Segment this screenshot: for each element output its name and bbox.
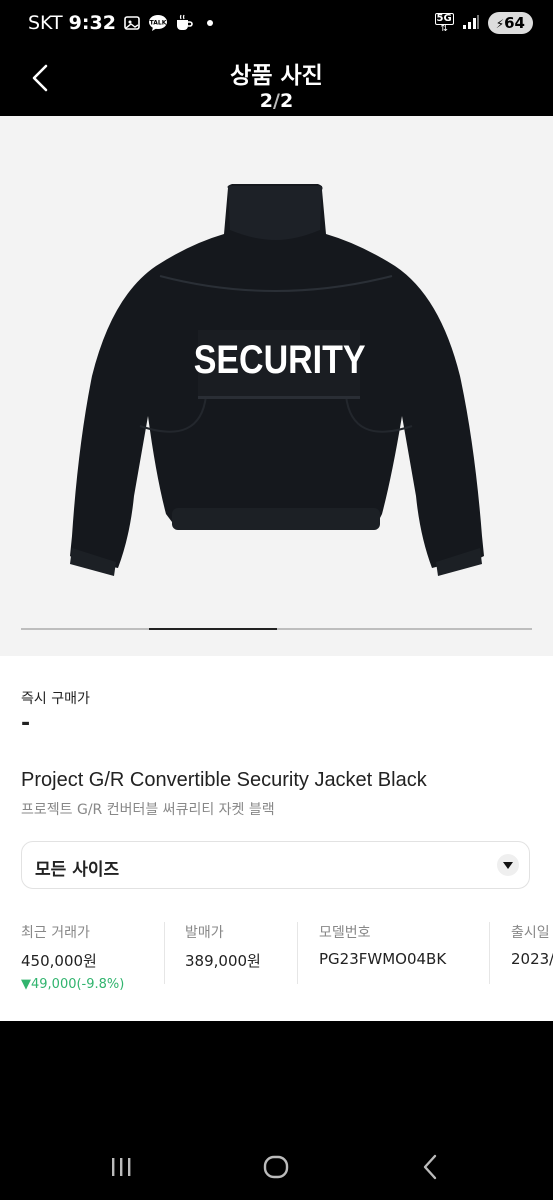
price-stats: 최근 거래가 450,000원 ▼49,000(-9.8%) 발매가 389,0… (0, 922, 553, 992)
stat-divider (164, 922, 165, 984)
recent-apps-button[interactable] (102, 1150, 142, 1186)
stat-label: 최근 거래가 (21, 925, 90, 941)
stat-recent-price: 최근 거래가 450,000원 ▼49,000(-9.8%) (21, 922, 124, 992)
recent-apps-icon (112, 1158, 131, 1176)
page-separator: / (273, 90, 280, 112)
app-header: 상품 사진 2/2 (0, 50, 553, 116)
stat-model-number: 모델번호 PG23FWMO04BK (319, 922, 446, 968)
system-back-button[interactable] (411, 1150, 451, 1186)
page-title: 상품 사진 (230, 63, 323, 89)
stat-label: 모델번호 (319, 925, 371, 941)
gallery-progress-track (21, 628, 532, 630)
page-current: 2 (259, 90, 274, 112)
stat-label: 발매가 (185, 925, 224, 941)
carrier-label: SKT (28, 12, 63, 34)
stat-divider (297, 922, 298, 984)
stat-label: 출시일 (511, 925, 550, 941)
network-5g-icon: 5G ⇅ (434, 12, 454, 34)
svg-text:TALK: TALK (150, 20, 167, 27)
home-icon (263, 1155, 289, 1179)
battery-indicator: ⚡64 (487, 12, 533, 34)
instant-buy-label: 즉시 구매가 (21, 691, 90, 707)
clock: 9:32 (68, 12, 116, 34)
jacket-print-text: SECURITY (194, 336, 366, 381)
product-name-ko: 프로젝트 G/R 컨버터블 써큐리티 자켓 블랙 (21, 802, 275, 818)
chevron-down-icon (497, 854, 519, 876)
size-select-value: 모든 사이즈 (35, 860, 120, 880)
jacket-image: SECURITY (70, 184, 484, 576)
stat-value: PG23FWMO04BK (319, 950, 447, 968)
page-total: 2 (279, 90, 294, 112)
product-name-en: Project G/R Convertible Security Jacket … (21, 769, 427, 791)
battery-saver-icon: ⚡ (495, 17, 505, 31)
product-photo[interactable]: SECURITY (0, 116, 553, 656)
back-arrow-icon (423, 1154, 437, 1180)
stat-release-date: 출시일 2023/ (511, 922, 553, 968)
more-notifications-dot-icon (200, 13, 220, 33)
system-nav-bar (0, 1130, 553, 1200)
talk-notification-icon: TALK (148, 13, 168, 33)
home-button[interactable] (256, 1150, 296, 1186)
gallery-progress-fill (148, 628, 277, 630)
stat-divider (489, 922, 490, 984)
battery-level: 64 (504, 14, 525, 32)
gallery-notification-icon (122, 13, 142, 33)
page-counter: 2/2 (0, 90, 553, 112)
stat-value: 450,000원 (21, 952, 97, 970)
status-bar: SKT 9:32 TALK 5G ⇅ ⚡64 (0, 0, 553, 50)
stat-value: 389,000원 (185, 952, 261, 970)
price-change: ▼49,000(-9.8%) (21, 977, 125, 992)
stat-release-price: 발매가 389,000원 (185, 922, 261, 971)
size-select[interactable]: 모든 사이즈 (21, 841, 530, 889)
product-info-panel: 즉시 구매가 - Project G/R Convertible Securit… (0, 656, 553, 1021)
signal-icon (462, 14, 480, 33)
stat-value: 2023/ (511, 950, 553, 968)
coffee-notification-icon (174, 13, 194, 33)
instant-buy-price: - (21, 711, 31, 736)
